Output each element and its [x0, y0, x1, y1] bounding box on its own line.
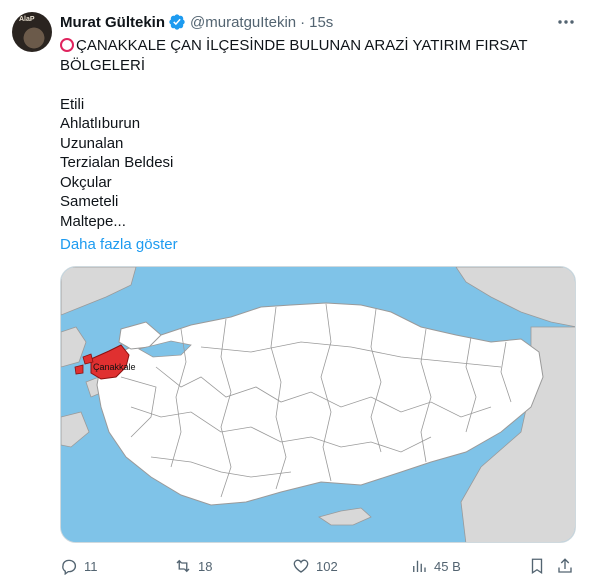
tweet-text: ÇANAKKALE ÇAN İLÇESİNDE BULUNAN ARAZİ YA… [60, 36, 560, 231]
share-button[interactable] [556, 556, 574, 576]
retweet-count: 18 [198, 558, 213, 574]
retweet-icon [176, 559, 190, 573]
like-count: 102 [316, 558, 338, 574]
share-icon [558, 558, 572, 573]
views-count: 45 B [434, 558, 461, 574]
tweet-header: Murat Gültekin @muratguItekin · 15s [60, 12, 333, 32]
reply-button[interactable]: 11 [60, 556, 98, 576]
show-more-link[interactable]: Daha fazla göster [60, 236, 178, 253]
location-item: Terzialan Beldesi [60, 154, 174, 171]
tweet-media-map[interactable]: Çanakkale [60, 266, 576, 543]
avatar[interactable]: AlaP [12, 12, 52, 52]
location-item: Ahlatlıburun [60, 115, 141, 132]
map-label-canakkale: Çanakkale [93, 362, 136, 372]
location-item: Etili [60, 95, 85, 113]
reply-icon [62, 559, 77, 575]
bookmark-button[interactable] [528, 556, 546, 576]
red-circle-icon [60, 38, 74, 52]
bookmark-icon [531, 558, 543, 575]
location-item: Maltepe... [60, 212, 126, 230]
location-item: Okçular [60, 173, 112, 191]
turkey-map-image: Çanakkale [61, 267, 575, 542]
tweet-title-line-2: BÖLGELERİ [60, 56, 146, 74]
separator-dot: · [300, 13, 306, 31]
like-button[interactable]: 102 [292, 556, 338, 576]
tweet-time[interactable]: 15s [309, 14, 333, 31]
tweet-title-line-1: ÇANAKKALE ÇAN İLÇESİNDE BULUNAN ARAZİ YA… [60, 36, 560, 56]
action-bar: 11 18 102 45 B [60, 556, 576, 576]
heart-icon [293, 559, 309, 573]
location-item: Sameteli [60, 193, 119, 210]
location-item: Uzunalan [60, 134, 124, 152]
views-button[interactable]: 45 B [410, 556, 461, 576]
views-chart-icon [413, 560, 426, 572]
more-options-icon[interactable] [555, 14, 577, 30]
tweet-card[interactable]: AlaP Murat Gültekin @muratguItekin · 15s… [0, 0, 591, 581]
author-handle[interactable]: @muratguItekin [190, 14, 296, 31]
title-text: ÇANAKKALE ÇAN İLÇESİNDE BULUNAN ARAZİ YA… [76, 37, 528, 54]
verified-badge-icon[interactable] [168, 13, 186, 31]
retweet-button[interactable]: 18 [174, 556, 212, 576]
avatar-text: AlaP [19, 16, 35, 23]
author-name[interactable]: Murat Gültekin [60, 14, 165, 31]
reply-count: 11 [84, 558, 98, 574]
